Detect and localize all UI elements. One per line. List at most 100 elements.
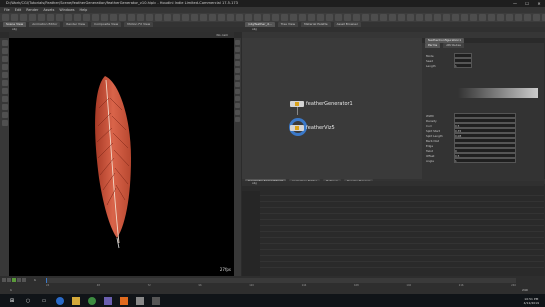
shelf-tool-icon[interactable] [2, 14, 9, 21]
chrome-icon[interactable] [88, 296, 96, 305]
brush-tool-icon[interactable] [1, 88, 8, 94]
shelf-tool-icon[interactable] [317, 14, 324, 21]
shelf-tool-icon[interactable] [308, 14, 315, 21]
shelf-tool-icon[interactable] [56, 14, 63, 21]
browser-icon[interactable] [56, 296, 64, 305]
display-option-icon[interactable] [235, 82, 240, 87]
shelf-tool-icon[interactable] [29, 14, 36, 21]
playhead[interactable] [46, 278, 47, 283]
shelf-tool-icon[interactable] [245, 14, 252, 21]
shelf-tool-icon[interactable] [479, 14, 486, 21]
shelf-tool-icon[interactable] [119, 14, 126, 21]
pose-tool-icon[interactable] [1, 80, 8, 86]
shelf-tool-icon[interactable] [47, 14, 54, 21]
display-option-icon[interactable] [235, 103, 240, 108]
tab-parms[interactable]: Parms [425, 43, 441, 48]
shelf-tool-icon[interactable] [470, 14, 477, 21]
handle-tool-icon[interactable] [1, 72, 8, 78]
rotate-tool-icon[interactable] [1, 56, 8, 62]
shelf-tool-icon[interactable] [65, 14, 72, 21]
range-end[interactable]: 240 [522, 288, 528, 292]
display-option-icon[interactable] [235, 75, 240, 80]
shelf-tool-icon[interactable] [533, 14, 540, 21]
shelf-tool-icon[interactable] [380, 14, 387, 21]
camera-tool-icon[interactable] [1, 120, 8, 126]
shelf-tool-icon[interactable] [452, 14, 459, 21]
skip-forward-icon[interactable] [22, 278, 26, 282]
display-option-icon[interactable] [235, 89, 240, 94]
spreadsheet-pane[interactable]: obj [242, 181, 544, 276]
shelf-tool-icon[interactable] [389, 14, 396, 21]
shelf-tool-icon[interactable] [146, 14, 153, 21]
current-frame[interactable]: 1 [34, 278, 36, 282]
shelf-tool-icon[interactable] [515, 14, 522, 21]
display-option-icon[interactable] [235, 96, 240, 101]
shelf-tool-icon[interactable] [218, 14, 225, 21]
shelf-tool-icon[interactable] [128, 14, 135, 21]
system-clock[interactable]: 10:51 PM 4/12/2019 [524, 297, 539, 305]
search-icon[interactable]: ○ [24, 297, 32, 305]
display-option-icon[interactable] [235, 61, 240, 66]
shelf-tool-icon[interactable] [407, 14, 414, 21]
folder-icon[interactable] [72, 296, 80, 305]
shelf-tool-icon[interactable] [326, 14, 333, 21]
shelf-tool-icon[interactable] [335, 14, 342, 21]
menu-help[interactable]: Help [80, 8, 88, 12]
shelf-tool-icon[interactable] [20, 14, 27, 21]
shelf-tool-icon[interactable] [137, 14, 144, 21]
shelf-tool-icon[interactable] [425, 14, 432, 21]
select-tool-icon[interactable] [1, 40, 8, 46]
menu-windows[interactable]: Windows [59, 8, 74, 12]
app-icon[interactable] [104, 296, 112, 305]
network-path[interactable]: obj [252, 27, 257, 31]
shelf-tool-icon[interactable] [488, 14, 495, 21]
shelf-tool-icon[interactable] [110, 14, 117, 21]
shelf-tool-icon[interactable] [281, 14, 288, 21]
shelf-tool-icon[interactable] [209, 14, 216, 21]
shelf-tool-icon[interactable] [497, 14, 504, 21]
scale-tool-icon[interactable] [1, 64, 8, 70]
shelf-tool-icon[interactable] [461, 14, 468, 21]
shelf-tool-icon[interactable] [101, 14, 108, 21]
shelf-tool-icon[interactable] [254, 14, 261, 21]
display-option-icon[interactable] [235, 54, 240, 59]
shelf-tool-icon[interactable] [524, 14, 531, 21]
shelf-tool-icon[interactable] [92, 14, 99, 21]
shelf-tool-icon[interactable] [398, 14, 405, 21]
shelf-tool-icon[interactable] [416, 14, 423, 21]
shelf-tool-icon[interactable] [173, 14, 180, 21]
node-feather-viz[interactable]: featherViz5 [290, 124, 335, 131]
app-icon[interactable] [152, 296, 160, 305]
shelf-tool-icon[interactable] [362, 14, 369, 21]
display-option-icon[interactable] [235, 110, 240, 115]
shelf-tool-icon[interactable] [263, 14, 270, 21]
menu-file[interactable]: File [4, 8, 10, 12]
viewer-path[interactable]: obj [12, 27, 17, 31]
shelf-tool-icon[interactable] [200, 14, 207, 21]
menu-edit[interactable]: Edit [15, 8, 22, 12]
range-start[interactable]: 1 [10, 288, 12, 292]
shelf-tool-icon[interactable] [155, 14, 162, 21]
display-option-icon[interactable] [235, 117, 240, 122]
shelf-tool-icon[interactable] [227, 14, 234, 21]
display-option-icon[interactable] [235, 40, 240, 45]
start-icon[interactable]: ⊞ [8, 297, 16, 305]
shelf-tool-icon[interactable] [290, 14, 297, 21]
shelf-tool-icon[interactable] [443, 14, 450, 21]
spreadsheet-path[interactable]: obj [252, 181, 257, 185]
close-button[interactable]: ✕ [533, 0, 545, 7]
shelf-tool-icon[interactable] [344, 14, 351, 21]
shelf-tool-icon[interactable] [506, 14, 513, 21]
menu-assets[interactable]: Assets [43, 8, 54, 12]
shelf-tool-icon[interactable] [38, 14, 45, 21]
display-option-icon[interactable] [235, 47, 240, 52]
move-tool-icon[interactable] [1, 48, 8, 54]
play-icon[interactable] [12, 278, 16, 282]
shelf-tool-icon[interactable] [83, 14, 90, 21]
shelf-tool-icon[interactable] [371, 14, 378, 21]
network-editor[interactable]: featherGenerator1 featherViz5 [242, 38, 422, 179]
light-tool-icon[interactable] [1, 112, 8, 118]
minimize-button[interactable]: — [509, 0, 521, 7]
tab-attributes[interactable]: Attributes [443, 43, 464, 48]
shelf-tool-icon[interactable] [353, 14, 360, 21]
